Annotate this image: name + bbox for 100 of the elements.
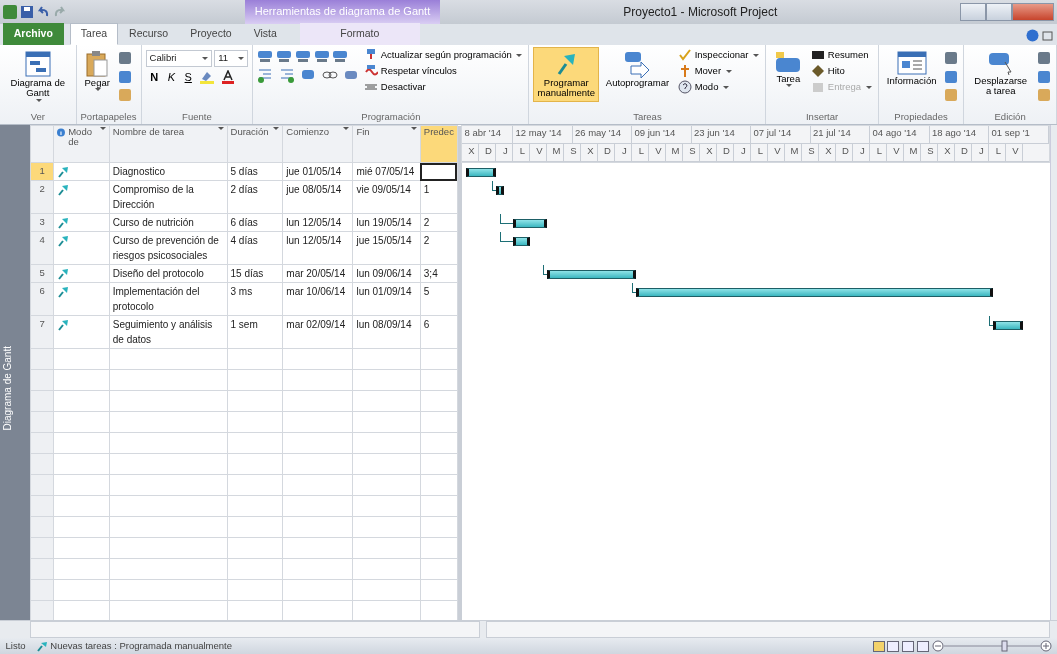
- ribbon-tab[interactable]: Recurso: [118, 23, 180, 45]
- row-number[interactable]: 4: [30, 231, 54, 265]
- view-icon[interactable]: [872, 640, 885, 652]
- group-label: Fuente: [181, 109, 213, 124]
- day-label: M: [790, 145, 799, 156]
- row-number[interactable]: 7: [30, 315, 54, 349]
- pin-icon: [36, 640, 48, 652]
- view-icon[interactable]: [902, 640, 914, 652]
- task-bar[interactable]: [512, 236, 530, 246]
- zoom-slider-icon[interactable]: [931, 640, 1052, 652]
- day-label: V: [536, 145, 543, 156]
- app-icon[interactable]: [2, 5, 17, 19]
- font-size-field[interactable]: 11: [214, 49, 249, 67]
- view-icon[interactable]: [887, 640, 900, 652]
- day-label: J: [979, 145, 984, 156]
- view-icon[interactable]: [916, 640, 929, 652]
- ribbon-tab[interactable]: Tarea: [69, 23, 119, 45]
- task-name: Diseño del protocolo: [112, 268, 204, 279]
- finish-date-cell: mié 07/05/14: [356, 166, 415, 177]
- summary-bar-icon: [811, 48, 826, 62]
- day-label: X: [706, 145, 713, 156]
- format-button[interactable]: S: [182, 69, 194, 86]
- help-icon[interactable]: [1025, 29, 1039, 43]
- minimize-button[interactable]: [960, 3, 987, 21]
- predecessor-cell: 2: [423, 217, 430, 228]
- predecessor-cell: 2: [423, 235, 430, 246]
- start-date-cell: lun 12/05/14: [286, 217, 342, 228]
- task-bar-icon: [774, 50, 803, 74]
- row-number[interactable]: 6: [30, 282, 54, 316]
- save-icon[interactable]: [19, 5, 34, 19]
- filter-caret-icon[interactable]: [217, 127, 224, 130]
- ribbon-button[interactable]: Programar manualmente: [533, 47, 600, 102]
- view-label: Diagrama de Gantt: [1, 345, 14, 430]
- undo-icon[interactable]: [36, 5, 51, 19]
- timescale-label: 12 may '14: [515, 127, 562, 138]
- horizontal-scrollbar[interactable]: [486, 621, 1050, 638]
- font-color-icon[interactable]: [220, 70, 235, 85]
- ribbon-button[interactable]: Hito: [809, 63, 874, 79]
- close-button[interactable]: [1012, 3, 1055, 21]
- ribbon-tab[interactable]: Proyecto: [179, 23, 243, 45]
- ribbon-button[interactable]: Información: [882, 47, 941, 90]
- percent-complete-icon[interactable]: [313, 49, 330, 64]
- ribbon-button[interactable]: Respetar vínculos: [362, 63, 525, 79]
- filter-caret-icon[interactable]: [343, 127, 350, 130]
- format-button[interactable]: N: [148, 69, 161, 86]
- filter-caret-icon[interactable]: [273, 127, 280, 130]
- task-bar[interactable]: [466, 168, 496, 177]
- start-date-cell: jue 01/05/14: [286, 166, 342, 177]
- task-bar[interactable]: [636, 287, 994, 297]
- filter-caret-icon[interactable]: [99, 127, 106, 130]
- task-name: Curso de prevención de riesgos psicosociales: [112, 235, 219, 261]
- filter-caret-icon[interactable]: [410, 127, 417, 130]
- ribbon-button[interactable]: Inspeccionar: [675, 47, 762, 63]
- start-date-cell: mar 10/06/14: [286, 286, 346, 297]
- start-date-cell: mar 20/05/14: [286, 268, 346, 279]
- update-icon: [364, 48, 378, 62]
- task-bar[interactable]: [512, 218, 547, 228]
- day-label: S: [808, 145, 815, 156]
- percent-complete-icon[interactable]: [294, 49, 311, 64]
- ribbon-tab[interactable]: Formato: [299, 23, 420, 45]
- outdent-icon[interactable]: [257, 66, 274, 83]
- vertical-scrollbar[interactable]: [1050, 125, 1057, 620]
- percent-complete-icon[interactable]: [257, 49, 274, 64]
- ribbon-button[interactable]: Diagrama de Gantt: [4, 47, 72, 105]
- task-bar[interactable]: [993, 320, 1023, 330]
- ribbon-button[interactable]: Autoprogramar: [601, 47, 674, 92]
- ribbon-button[interactable]: Actualizar según programación: [362, 47, 525, 63]
- day-label: L: [638, 145, 645, 156]
- task-mode-status[interactable]: Nuevas tareas : Programada manualmente: [50, 638, 232, 654]
- ribbon-button[interactable]: Resumen: [809, 47, 874, 63]
- maximize-button[interactable]: [986, 3, 1013, 21]
- day-label: X: [587, 145, 594, 156]
- day-label: L: [519, 145, 526, 156]
- day-label: X: [944, 145, 951, 156]
- day-label: M: [552, 145, 561, 156]
- predecessor-cell: 5: [423, 286, 430, 297]
- task-bar[interactable]: [546, 269, 637, 279]
- ribbon-button[interactable]: Desplazarse a tarea: [968, 47, 1034, 100]
- restore-icon[interactable]: [1041, 29, 1055, 43]
- indent-icon[interactable]: [278, 66, 295, 83]
- day-label: D: [961, 145, 968, 156]
- ribbon-button[interactable]: Modo: [675, 79, 762, 95]
- pin-icon: [57, 268, 70, 281]
- ribbon-button[interactable]: Tarea: [770, 47, 807, 91]
- font-field[interactable]: Calibri: [145, 49, 212, 67]
- row-number[interactable]: 2: [30, 180, 54, 214]
- task-name: Implementación del protocolo: [112, 286, 200, 312]
- task-bar[interactable]: [495, 185, 505, 195]
- horizontal-scrollbar[interactable]: [30, 621, 480, 638]
- ribbon-button[interactable]: Pegar: [80, 47, 114, 95]
- percent-complete-icon[interactable]: [332, 49, 349, 64]
- format-button[interactable]: K: [165, 69, 178, 86]
- ribbon-button[interactable]: Desactivar: [362, 79, 525, 95]
- task-name: Diagnostico: [112, 166, 165, 177]
- ribbon-tab[interactable]: Vista: [242, 23, 288, 45]
- ribbon-button[interactable]: Mover: [675, 63, 762, 79]
- day-label: V: [774, 145, 781, 156]
- percent-complete-icon[interactable]: [276, 49, 292, 64]
- predecessor-cell: 1: [423, 184, 430, 195]
- ribbon-tab[interactable]: Archivo: [2, 23, 64, 45]
